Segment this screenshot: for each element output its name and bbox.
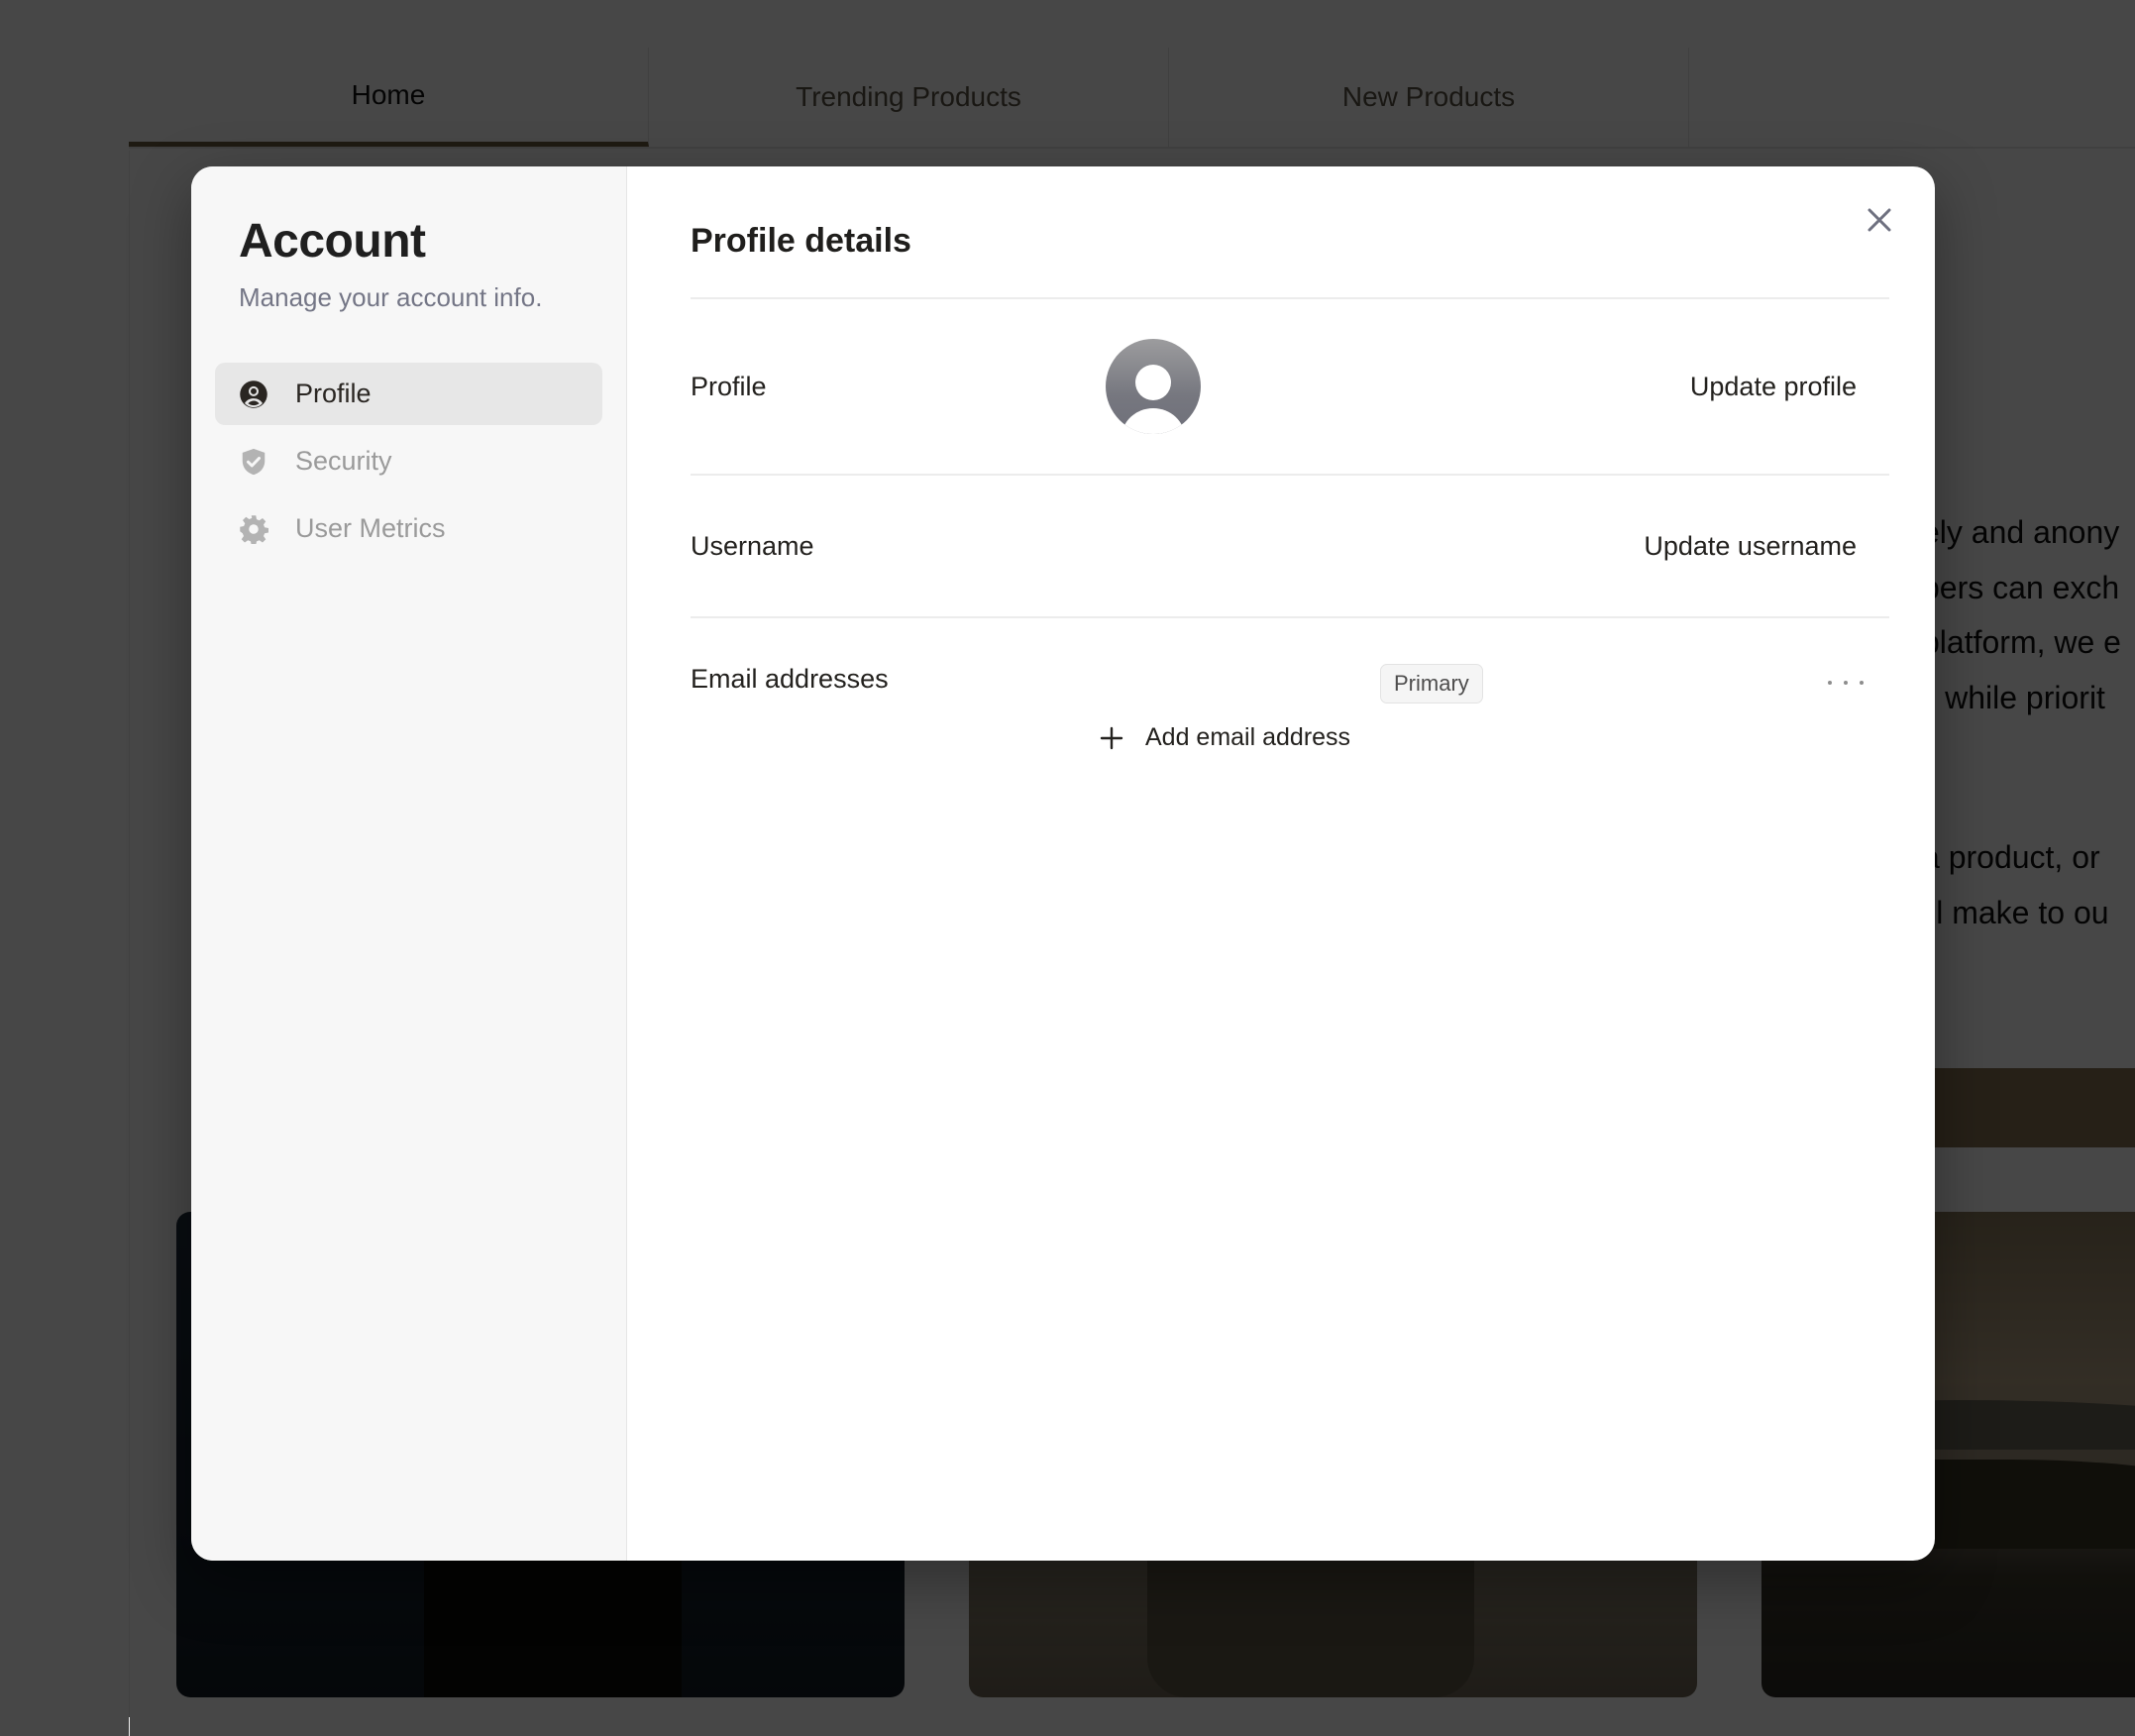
sidebar-item-profile[interactable]: Profile	[215, 363, 602, 425]
account-modal: Account Manage your account info. Profil…	[191, 166, 1935, 1561]
page-title: Profile details	[691, 222, 911, 260]
email-row: Email addresses Primary Add email addres…	[691, 618, 1889, 751]
gear-icon	[239, 514, 268, 544]
update-username-button[interactable]: Update username	[1644, 531, 1857, 562]
sidebar-item-user-metrics[interactable]: User Metrics	[215, 497, 602, 560]
sidebar-item-label: Profile	[295, 379, 372, 408]
username-row: Username Update username	[691, 476, 1889, 616]
sidebar-item-label: Security	[295, 446, 392, 476]
sidebar-item-security[interactable]: Security	[215, 430, 602, 492]
add-email-button[interactable]: Add email address	[1100, 723, 1350, 752]
account-subtitle: Manage your account info.	[239, 282, 543, 312]
username-label: Username	[691, 530, 814, 561]
avatar-head	[1135, 365, 1171, 400]
close-icon	[1868, 208, 1891, 232]
user-circle-icon	[239, 380, 268, 409]
email-addresses-label: Email addresses	[691, 664, 889, 694]
profile-label: Profile	[691, 371, 767, 401]
profile-row: Profile Update profile	[691, 299, 1889, 474]
add-email-label: Add email address	[1145, 723, 1351, 751]
more-horizontal-icon	[1828, 681, 1832, 685]
profile-details-panel: Profile details Profile Update profile U…	[627, 166, 1935, 1561]
shield-check-icon	[239, 447, 268, 477]
plus-icon	[1100, 726, 1123, 749]
avatar-body	[1121, 408, 1185, 434]
account-title: Account	[239, 215, 426, 268]
sidebar-item-label: User Metrics	[295, 513, 446, 543]
close-button[interactable]	[1860, 200, 1899, 240]
update-profile-button[interactable]: Update profile	[1690, 372, 1857, 402]
account-nav: Profile Security User Metrics	[215, 363, 602, 560]
avatar[interactable]	[1106, 339, 1201, 434]
more-options-button[interactable]	[1828, 673, 1864, 693]
primary-badge: Primary	[1380, 664, 1483, 704]
account-sidebar: Account Manage your account info. Profil…	[191, 166, 627, 1561]
